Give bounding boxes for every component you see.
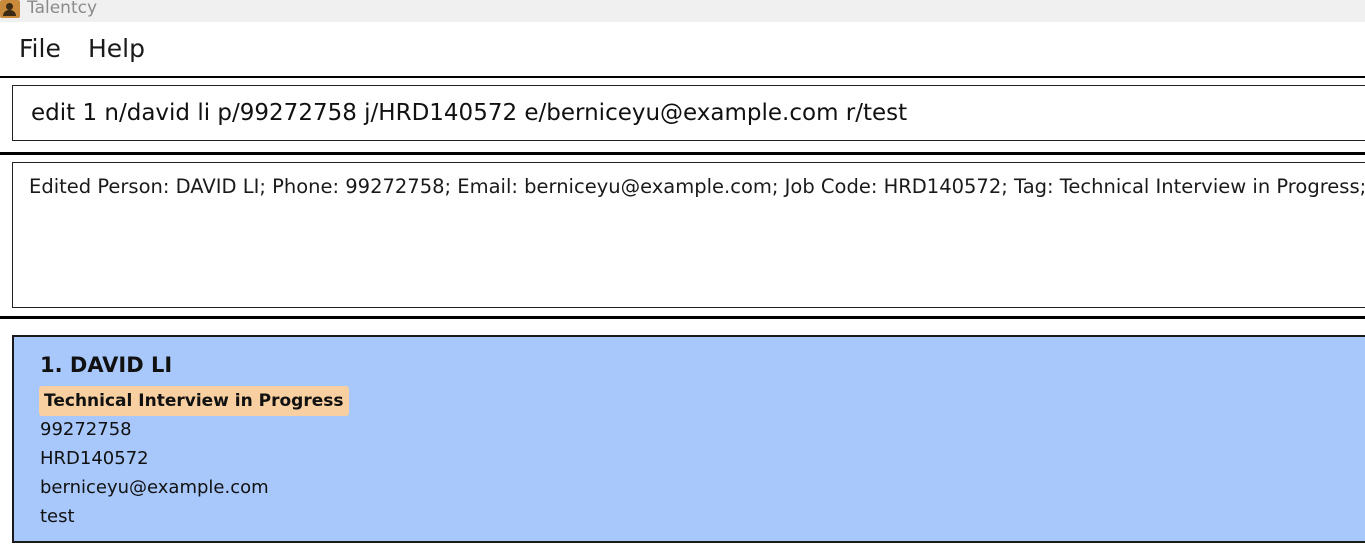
person-card[interactable]: 1. DAVID LI Technical Interview in Progr… — [12, 335, 1365, 543]
menu-file[interactable]: File — [19, 34, 61, 63]
divider — [0, 152, 1365, 155]
divider — [0, 76, 1365, 78]
person-phone: 99272758 — [40, 419, 132, 440]
person-name: 1. DAVID LI — [40, 353, 173, 377]
command-input[interactable] — [31, 86, 1351, 140]
title-bar: Talentcy — [0, 0, 1365, 22]
menu-help[interactable]: Help — [88, 34, 145, 63]
result-display: Edited Person: DAVID LI; Phone: 99272758… — [12, 162, 1365, 308]
person-remark: test — [40, 506, 75, 527]
person-email: berniceyu@example.com — [40, 477, 269, 498]
person-icon — [0, 0, 20, 18]
person-job-code: HRD140572 — [40, 448, 149, 469]
tag-badge: Technical Interview in Progress — [39, 386, 349, 416]
result-text: Edited Person: DAVID LI; Phone: 99272758… — [29, 175, 1365, 198]
menu-bar: File Help — [0, 22, 1365, 76]
window-title: Talentcy — [27, 0, 98, 18]
command-box — [12, 85, 1365, 141]
divider — [0, 316, 1365, 319]
